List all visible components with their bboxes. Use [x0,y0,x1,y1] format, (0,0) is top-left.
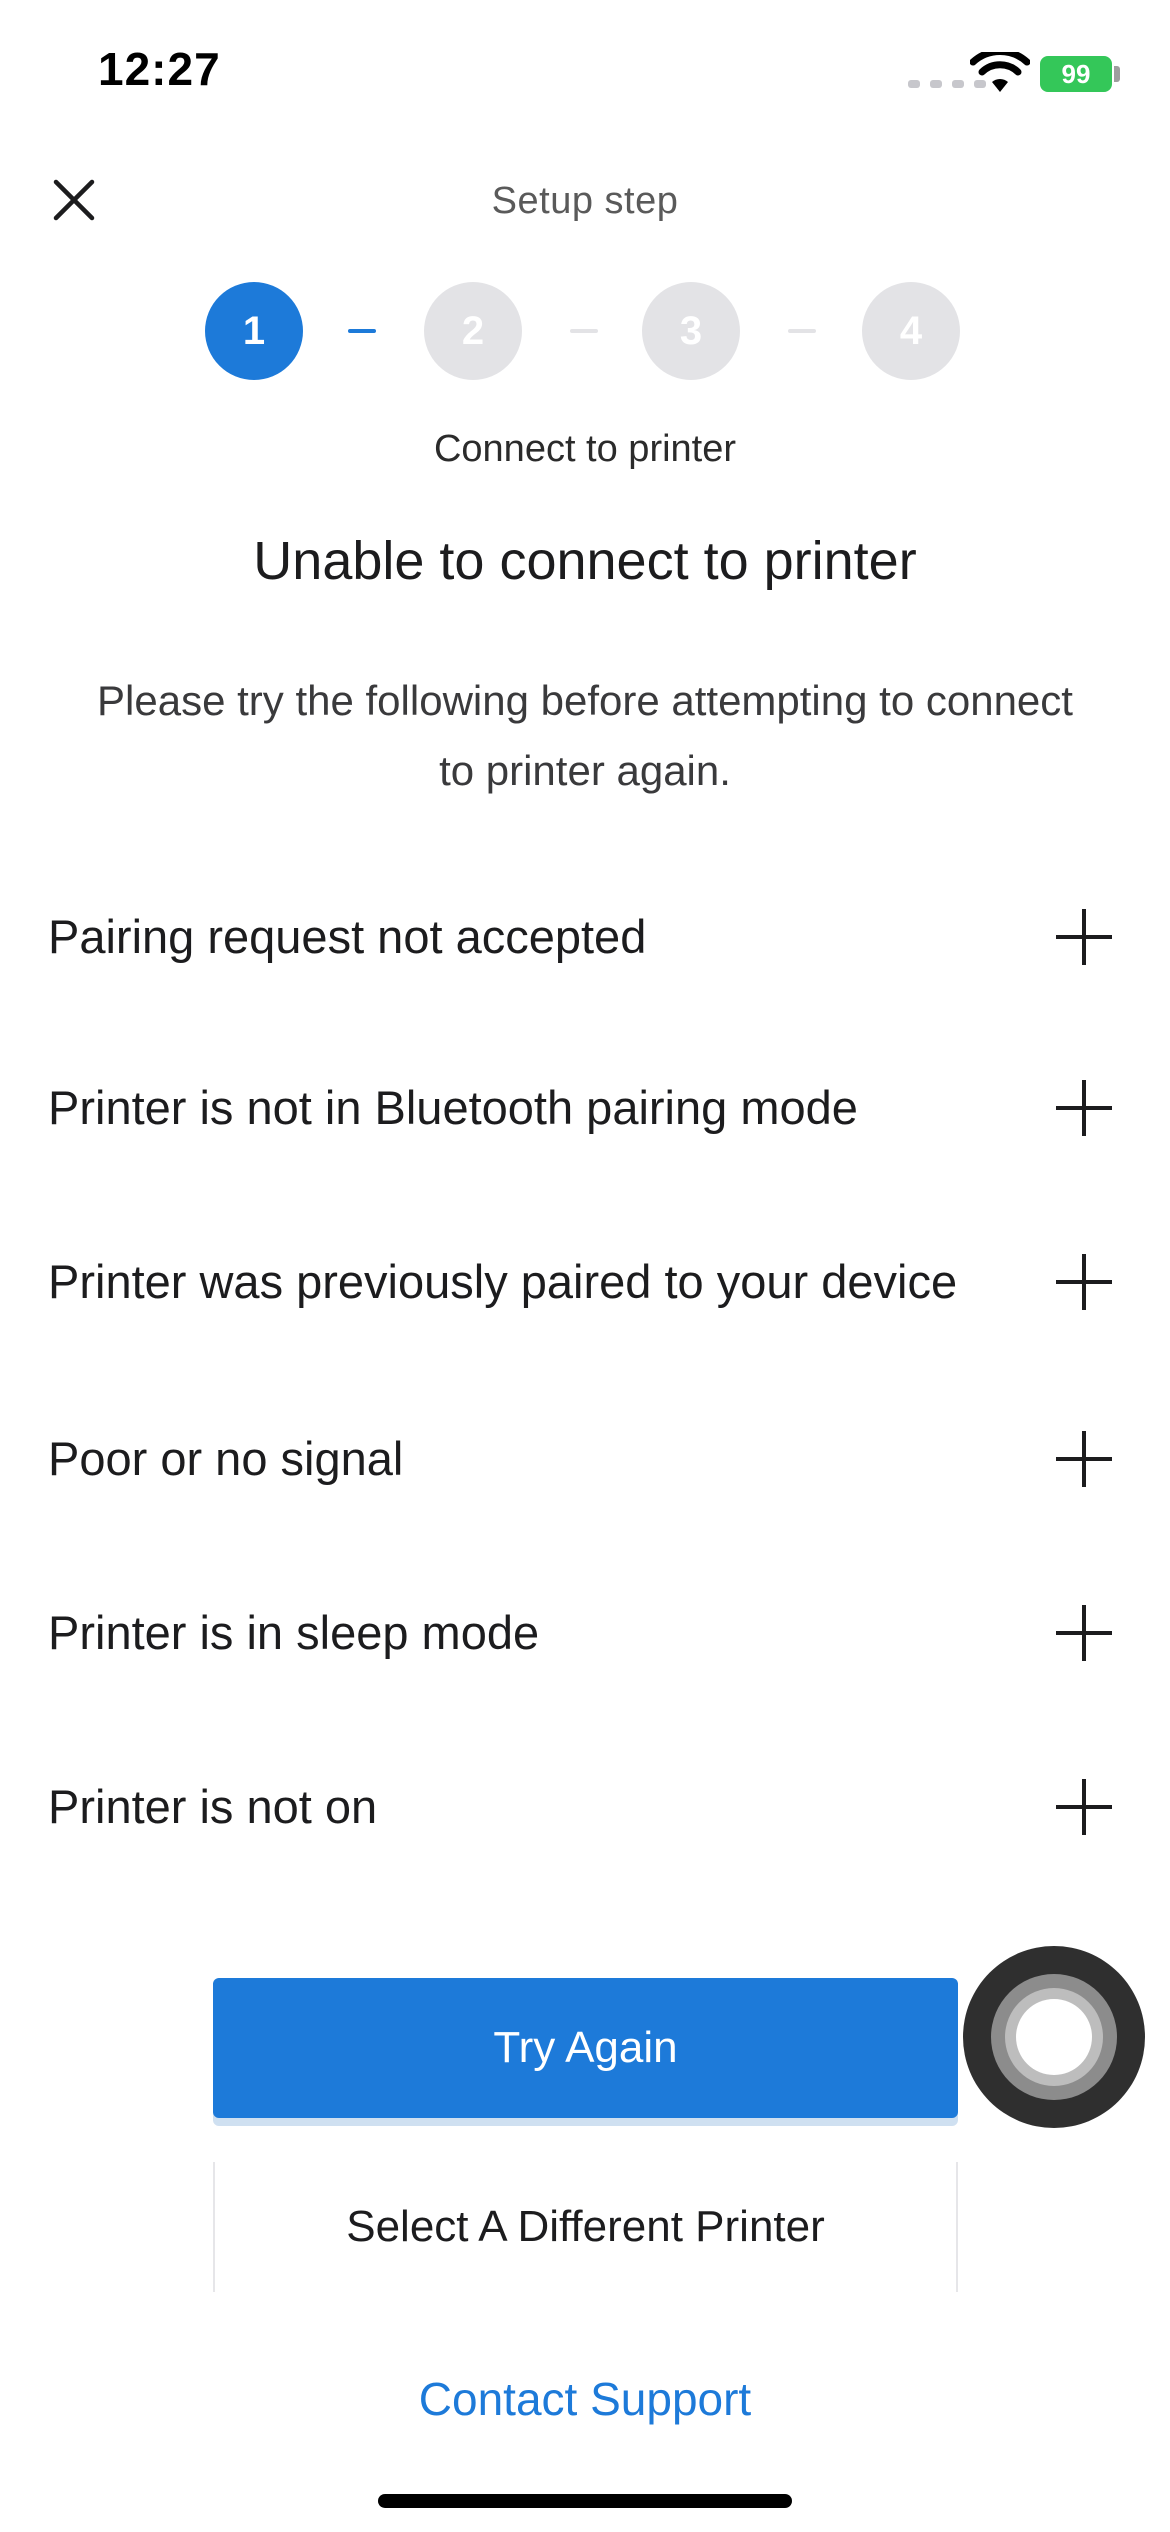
try-again-button[interactable]: Try Again [213,1978,958,2118]
step-2: 2 [424,282,522,380]
assistive-touch-center [1016,1999,1092,2075]
battery-icon: 99 [1040,56,1112,92]
step-separator [570,329,598,333]
header-title: Setup step [491,180,679,222]
accordion-item-poor-signal[interactable]: Poor or no signal [48,1412,1122,1506]
page-description: Please try the following before attempti… [97,677,1073,794]
battery-tip [1114,66,1120,82]
accordion-item-label: Printer is not in Bluetooth pairing mode [48,1081,858,1134]
accordion-item-sleep-mode[interactable]: Printer is in sleep mode [48,1586,1122,1680]
plus-icon[interactable] [1056,1779,1112,1835]
plus-icon[interactable] [1056,1254,1112,1310]
assistive-touch-ring [991,1974,1117,2100]
select-different-printer-button[interactable]: Select A Different Printer [213,2162,958,2292]
status-bar: 12:27 99 [0,0,1170,150]
accordion-item-label: Poor or no signal [48,1432,404,1485]
plus-icon[interactable] [1056,1605,1112,1661]
setup-stepper: 1 2 3 4 [0,282,1170,382]
accordion-item-not-on[interactable]: Printer is not on [48,1760,1122,1854]
plus-icon[interactable] [1056,1080,1112,1136]
battery-level: 99 [1061,58,1091,89]
page-title: Unable to connect to printer [253,531,917,591]
accordion-item-bluetooth-pairing-mode[interactable]: Printer is not in Bluetooth pairing mode [48,1032,1122,1184]
step-separator [788,329,816,333]
status-time: 12:27 [98,43,221,95]
step-1: 1 [205,282,303,380]
plus-icon[interactable] [1056,1431,1112,1487]
contact-support-link[interactable]: Contact Support [0,2372,1170,2426]
accordion-item-label: Printer is not on [48,1780,378,1833]
accordion-item-pairing-request[interactable]: Pairing request not accepted [48,890,1122,984]
accordion-item-label: Pairing request not accepted [48,910,647,963]
current-step-label: Connect to printer [433,428,737,470]
step-separator [348,329,376,333]
accordion-item-label: Printer was previously paired to your de… [48,1255,958,1308]
assistive-touch-ring [1005,1988,1103,2086]
accordion-item-label: Printer is in sleep mode [48,1606,540,1659]
home-indicator[interactable] [378,2494,792,2508]
step-4: 4 [862,282,960,380]
assistive-touch-button[interactable] [963,1946,1145,2128]
plus-icon[interactable] [1056,909,1112,965]
wifi-icon [970,52,1030,92]
accordion-item-previously-paired[interactable]: Printer was previously paired to your de… [48,1206,1122,1358]
step-3: 3 [642,282,740,380]
